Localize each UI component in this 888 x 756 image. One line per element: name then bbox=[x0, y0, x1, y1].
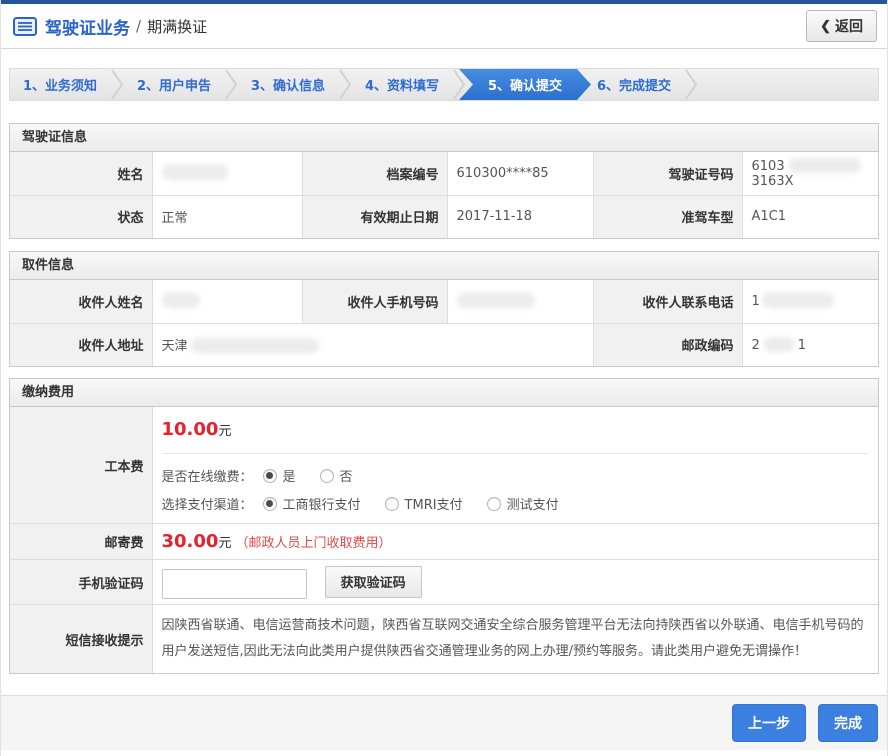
channel-test-option[interactable]: 测试支付 bbox=[487, 494, 559, 513]
online-pay-yes-option[interactable]: 是 bbox=[263, 466, 296, 485]
status-value: 正常 bbox=[152, 195, 302, 238]
license-no-label: 驾驶证号码 bbox=[593, 152, 742, 195]
pickup-info-section: 取件信息 收件人姓名 收件人手机号码 收件人联系电话 1 收件人地址 天津 邮政… bbox=[9, 251, 879, 367]
step-2-user-declaration[interactable]: 2、用户申告 bbox=[124, 69, 224, 100]
table-row: 状态 正常 有效期止日期 2017-11-18 准驾车型 A1C1 bbox=[10, 195, 878, 238]
address-value: 天津 bbox=[152, 323, 593, 366]
chevron-right-icon bbox=[338, 69, 352, 100]
file-no-value: 610300****85 bbox=[447, 152, 593, 195]
get-code-button[interactable]: 获取验证码 bbox=[325, 566, 422, 598]
redacted-value bbox=[789, 158, 861, 173]
step-6-finish-submit[interactable]: 6、完成提交 bbox=[584, 69, 684, 100]
recipient-name-label: 收件人姓名 bbox=[10, 280, 152, 323]
vehicle-class-label: 准驾车型 bbox=[593, 195, 742, 238]
table-row: 短信接收提示 因陕西省联通、电信运营商技术问题，陕西省互联网交通安全综合服务管理… bbox=[10, 605, 878, 674]
online-pay-row: 是否在线缴费： 是 否 bbox=[162, 466, 869, 485]
channel-icbc-option[interactable]: 工商银行支付 bbox=[263, 494, 361, 513]
previous-step-button[interactable]: 上一步 bbox=[732, 704, 806, 742]
vehicle-class-value: A1C1 bbox=[742, 195, 878, 238]
license-info-section: 驾驶证信息 姓名 档案编号 610300****85 驾驶证号码 6103316… bbox=[9, 123, 879, 239]
page: 驾驶证业务 / 期满换证 ❮ 返回 1、业务须知 2、用户申告 3、确认信息 4… bbox=[0, 0, 888, 756]
redacted-value bbox=[457, 293, 535, 308]
table-row: 收件人地址 天津 邮政编码 21 bbox=[10, 323, 878, 366]
redacted-value bbox=[162, 165, 228, 180]
sms-code-input[interactable] bbox=[162, 569, 307, 599]
radio-unchecked-icon[interactable] bbox=[385, 497, 399, 511]
pickup-info-table: 收件人姓名 收件人手机号码 收件人联系电话 1 收件人地址 天津 邮政编码 21 bbox=[10, 280, 878, 366]
chevron-right-icon bbox=[110, 69, 124, 100]
back-chevron-icon: ❮ bbox=[820, 18, 831, 34]
license-section-title: 驾驶证信息 bbox=[10, 124, 878, 152]
step-3-confirm-info[interactable]: 3、确认信息 bbox=[238, 69, 338, 100]
page-title: 驾驶证业务 bbox=[45, 14, 130, 39]
recipient-phone-label: 收件人联系电话 bbox=[593, 280, 742, 323]
expiry-value: 2017-11-18 bbox=[447, 195, 593, 238]
sms-tip-text: 因陕西省联通、电信运营商技术问题，陕西省互联网交通安全综合服务管理平台无法向持陕… bbox=[152, 605, 878, 674]
finish-button[interactable]: 完成 bbox=[818, 704, 878, 742]
postage-note: （邮政人员上门收取费用） bbox=[235, 536, 391, 551]
divider bbox=[162, 453, 869, 454]
redacted-value bbox=[762, 293, 834, 308]
step-navigation: 1、业务须知 2、用户申告 3、确认信息 4、资料填写 5、确认提交 6、完成提… bbox=[9, 68, 879, 101]
breadcrumb-current: 期满换证 bbox=[147, 16, 207, 37]
postcode-label: 邮政编码 bbox=[593, 323, 742, 366]
sms-code-label: 手机验证码 bbox=[10, 560, 152, 605]
step-1-business-notice[interactable]: 1、业务须知 bbox=[10, 69, 110, 100]
fees-section-title: 缴纳费用 bbox=[10, 379, 878, 407]
recipient-name-value bbox=[152, 280, 302, 323]
radio-checked-icon[interactable] bbox=[263, 469, 277, 483]
header: 驾驶证业务 / 期满换证 ❮ 返回 bbox=[1, 4, 887, 49]
back-button-label: 返回 bbox=[835, 16, 863, 36]
postage-amount: 30.00 bbox=[162, 531, 219, 552]
pickup-section-title: 取件信息 bbox=[10, 252, 878, 280]
radio-unchecked-icon[interactable] bbox=[487, 497, 501, 511]
license-form-icon bbox=[13, 17, 37, 36]
cost-label: 工本费 bbox=[10, 407, 152, 524]
recipient-phone-value: 1 bbox=[742, 280, 878, 323]
table-row: 收件人姓名 收件人手机号码 收件人联系电话 1 bbox=[10, 280, 878, 323]
sms-code-cell: 获取验证码 bbox=[152, 560, 878, 605]
status-label: 状态 bbox=[10, 195, 152, 238]
table-row: 姓名 档案编号 610300****85 驾驶证号码 61033163X bbox=[10, 152, 878, 195]
file-no-label: 档案编号 bbox=[302, 152, 447, 195]
radio-checked-icon[interactable] bbox=[263, 497, 277, 511]
table-row: 邮寄费 30.00元（邮政人员上门收取费用） bbox=[10, 524, 878, 560]
expiry-label: 有效期止日期 bbox=[302, 195, 447, 238]
table-row: 手机验证码 获取验证码 bbox=[10, 560, 878, 605]
fees-section: 缴纳费用 工本费 10.00元 是否在线缴费： 是 否 选择支付渠道： 工商银行… bbox=[9, 378, 879, 674]
online-pay-no-option[interactable]: 否 bbox=[320, 466, 353, 485]
channel-tmri-option[interactable]: TMRI支付 bbox=[385, 494, 463, 513]
chevron-right-icon bbox=[684, 69, 698, 100]
postcode-value: 21 bbox=[742, 323, 878, 366]
license-info-table: 姓名 档案编号 610300****85 驾驶证号码 61033163X 状态 … bbox=[10, 152, 878, 238]
recipient-mobile-label: 收件人手机号码 bbox=[302, 280, 447, 323]
postage-cell: 30.00元（邮政人员上门收取费用） bbox=[152, 524, 878, 560]
radio-unchecked-icon[interactable] bbox=[320, 469, 334, 483]
recipient-mobile-value bbox=[447, 280, 593, 323]
name-label: 姓名 bbox=[10, 152, 152, 195]
redacted-value bbox=[191, 338, 319, 353]
name-value bbox=[152, 152, 302, 195]
pay-channel-row: 选择支付渠道： 工商银行支付 TMRI支付 测试支付 bbox=[162, 494, 869, 513]
address-label: 收件人地址 bbox=[10, 323, 152, 366]
chevron-right-icon bbox=[224, 69, 238, 100]
redacted-value bbox=[162, 293, 200, 308]
online-pay-label: 是否在线缴费： bbox=[162, 466, 253, 485]
step-4-fill-data[interactable]: 4、资料填写 bbox=[352, 69, 452, 100]
table-row: 工本费 10.00元 是否在线缴费： 是 否 选择支付渠道： 工商银行支付 TM… bbox=[10, 407, 878, 524]
back-button[interactable]: ❮ 返回 bbox=[806, 10, 877, 42]
footer-bar: 上一步 完成 bbox=[1, 695, 887, 750]
step-5-confirm-submit-active[interactable]: 5、确认提交 bbox=[459, 69, 591, 100]
fees-table: 工本费 10.00元 是否在线缴费： 是 否 选择支付渠道： 工商银行支付 TM… bbox=[10, 407, 878, 673]
breadcrumb-divider: / bbox=[136, 17, 141, 35]
cost-cell: 10.00元 是否在线缴费： 是 否 选择支付渠道： 工商银行支付 TMRI支付… bbox=[152, 407, 878, 524]
sms-tip-label: 短信接收提示 bbox=[10, 605, 152, 674]
postage-label: 邮寄费 bbox=[10, 524, 152, 560]
cost-amount: 10.00元 bbox=[162, 419, 869, 440]
license-no-value: 61033163X bbox=[742, 152, 878, 195]
pay-channel-label: 选择支付渠道： bbox=[162, 494, 253, 513]
redacted-value bbox=[764, 337, 794, 352]
